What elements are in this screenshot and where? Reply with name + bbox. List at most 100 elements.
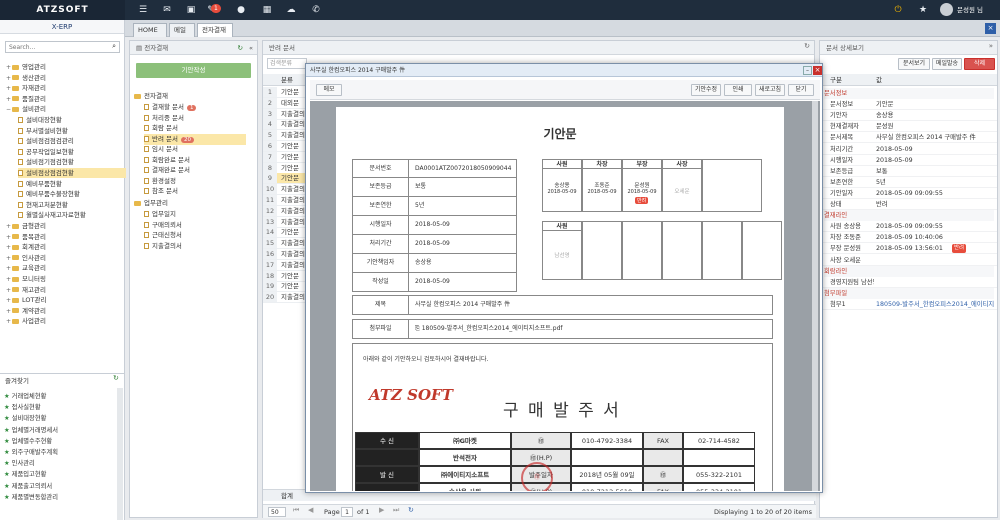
menu-item[interactable]: + 교육관리 xyxy=(6,263,46,274)
refresh-icon[interactable]: ↻ xyxy=(804,42,810,50)
approval-root-label: 전자결재 xyxy=(144,92,168,100)
favorite-item[interactable]: ★ 제품출고의뢰서 xyxy=(4,481,52,490)
menu-item[interactable]: + 사업관리 xyxy=(6,316,46,327)
menu-item[interactable]: 현재고처분현황 xyxy=(18,200,68,210)
send-mail-button[interactable]: 메일발송 xyxy=(932,58,962,70)
print-button[interactable]: 인쇄 xyxy=(724,84,752,96)
tab-mail[interactable]: 메일 × xyxy=(169,23,195,47)
menu-item[interactable]: + 자재관리 xyxy=(6,83,46,94)
menu-item[interactable]: + 모니터링 xyxy=(6,274,46,285)
cloud-icon[interactable]: ☁ xyxy=(285,4,297,16)
menu-item[interactable]: + LOT관리 xyxy=(6,295,46,306)
document-icon xyxy=(18,191,23,198)
approval-item[interactable]: 임시 문서 xyxy=(144,144,178,154)
menu-item[interactable]: + 품질관리 xyxy=(6,94,46,105)
page-size-select[interactable]: 50 xyxy=(268,507,286,517)
menu-item[interactable]: + 재고관리 xyxy=(6,285,46,296)
page-input[interactable]: 1 xyxy=(341,507,353,517)
favorite-item[interactable]: ★ 설비대장현황 xyxy=(4,413,46,422)
last-page-icon[interactable]: ⏭ xyxy=(393,506,399,515)
tab-home[interactable]: HOME ↻ xyxy=(133,23,167,47)
menu-item[interactable]: 설비점검점검관리 xyxy=(18,136,74,146)
attach-file-link[interactable]: ⎘ 180509-발주서_한컴오피스2014_에이티지소프트.pdf xyxy=(415,320,563,338)
close-icon[interactable]: × xyxy=(813,66,822,75)
menu-item[interactable]: 월별실사재고자료현황 xyxy=(18,210,86,220)
collapse-icon[interactable]: « xyxy=(249,41,253,55)
first-page-icon[interactable]: ⏮ xyxy=(293,506,299,515)
biz-item[interactable]: 업무일지 xyxy=(144,209,176,219)
expand-icon[interactable]: » xyxy=(989,42,993,50)
approval-item[interactable]: 처리중 문서 xyxy=(144,113,184,123)
refresh-button[interactable]: 새로고침 xyxy=(755,84,785,96)
phone-icon[interactable]: ✆ xyxy=(310,4,322,16)
favorite-item[interactable]: ★ 인사관리 xyxy=(4,458,35,467)
approval-item[interactable]: 결재완료 문서 xyxy=(144,165,190,175)
power-icon[interactable]: ⏻ xyxy=(892,4,904,16)
total-label: 합계 xyxy=(281,492,293,500)
menu-item[interactable]: + 인사관리 xyxy=(6,253,46,264)
menu-item[interactable]: + 영업관리 xyxy=(6,62,46,73)
chat-icon[interactable]: ● xyxy=(235,4,247,16)
user-name[interactable]: 문성원 님 xyxy=(957,0,983,20)
menu-item[interactable]: 설비점상점검현황 xyxy=(18,168,126,179)
refresh-icon[interactable]: ↻ xyxy=(238,41,243,55)
menu-item[interactable]: 설비대장현황 xyxy=(18,115,62,125)
edit-draft-button[interactable]: 기안수정 xyxy=(691,84,721,96)
menu-item[interactable]: 예비부품현황 xyxy=(18,179,62,189)
refresh-icon[interactable]: ↻ xyxy=(408,506,414,514)
approval-item[interactable]: 회람완료 문서 xyxy=(144,155,190,165)
menu-item[interactable]: + 계약관리 xyxy=(6,306,46,317)
menu-item[interactable]: + 품목관리 xyxy=(6,232,46,243)
doc-body: 아래와 같이 기안하오니 검토하시어 결재바랍니다. ATZ SOFT 구 매 … xyxy=(352,343,773,491)
inbox-icon[interactable]: ▣ xyxy=(185,4,197,16)
detail-value[interactable]: 180509-발주서_한컴오피스2014_에이티지 xyxy=(876,299,994,309)
close-button[interactable]: 닫기 xyxy=(788,84,814,96)
biz-item[interactable]: 지출결의서 xyxy=(144,241,182,251)
app-logo[interactable]: ATZSOFT xyxy=(0,0,125,20)
menu-item[interactable]: − 설비관리 xyxy=(6,104,46,115)
calendar-icon[interactable]: ▦ xyxy=(261,4,273,16)
approval-item[interactable]: 참조 문서 xyxy=(144,186,178,196)
prev-page-icon[interactable]: ◀ xyxy=(308,506,313,514)
menu-item[interactable]: 설비점기점검현황 xyxy=(18,157,74,167)
menu-item[interactable]: 부서별설비현황 xyxy=(18,126,68,136)
favorite-item[interactable]: ★ 거래업체현황 xyxy=(4,391,46,400)
close-all-icon[interactable]: × xyxy=(985,23,996,34)
biz-root[interactable]: 업무관리 xyxy=(134,198,168,208)
write-draft-button[interactable]: 기안작성 xyxy=(136,63,251,78)
avatar[interactable] xyxy=(940,3,953,16)
memo-button[interactable]: 메모 xyxy=(316,84,342,96)
search-category-select[interactable]: 검색분류 xyxy=(267,58,307,69)
menu-item[interactable]: + 금형관리 xyxy=(6,221,46,232)
biz-item[interactable]: 근태신청서 xyxy=(144,230,182,240)
mail-icon[interactable]: ✉ xyxy=(161,4,173,16)
minimize-icon[interactable]: – xyxy=(803,66,812,75)
favorite-item[interactable]: ★ 외주구매발주계획 xyxy=(4,447,58,456)
view-doc-button[interactable]: 문서보기 xyxy=(898,58,930,70)
favorite-item[interactable]: ★ 업체별수주현황 xyxy=(4,436,52,445)
favorite-label: 외주구매발주계획 xyxy=(11,449,59,456)
menu-item[interactable]: 예비부품수불장현황 xyxy=(18,189,80,199)
tab-approval[interactable]: 전자결재 × xyxy=(197,23,233,47)
biz-item[interactable]: 구매의뢰서 xyxy=(144,220,182,230)
approval-item[interactable]: 회람 문서 xyxy=(144,123,178,133)
refresh-icon[interactable]: ↻ xyxy=(113,374,119,382)
search-icon[interactable]: ⌕ xyxy=(112,42,116,51)
scrollbar[interactable] xyxy=(117,388,123,520)
delete-button[interactable]: 삭제 xyxy=(964,58,995,70)
menu-item[interactable]: + 생산관리 xyxy=(6,73,46,84)
document-icon xyxy=(18,170,23,176)
favorite-item[interactable]: ★ 업체별거래명세서 xyxy=(4,425,58,434)
menu-item[interactable]: 공무작업일보현황 xyxy=(18,147,74,157)
search-input[interactable] xyxy=(6,42,106,52)
approval-item[interactable]: 환경설정 xyxy=(144,176,176,186)
favorite-item[interactable]: ★ 접사실현황 xyxy=(4,402,41,411)
favorite-item[interactable]: ★ 제품별변동합관리 xyxy=(4,492,58,501)
star-icon[interactable]: ★ xyxy=(917,4,929,16)
menu-item[interactable]: + 회계관리 xyxy=(6,242,46,253)
menu-icon[interactable]: ☰ xyxy=(137,4,149,16)
approval-root[interactable]: 전자결재 xyxy=(134,91,168,101)
scrollbar[interactable] xyxy=(812,101,818,491)
next-page-icon[interactable]: ▶ xyxy=(379,506,384,514)
favorite-item[interactable]: ★ 제품입고현황 xyxy=(4,469,46,478)
